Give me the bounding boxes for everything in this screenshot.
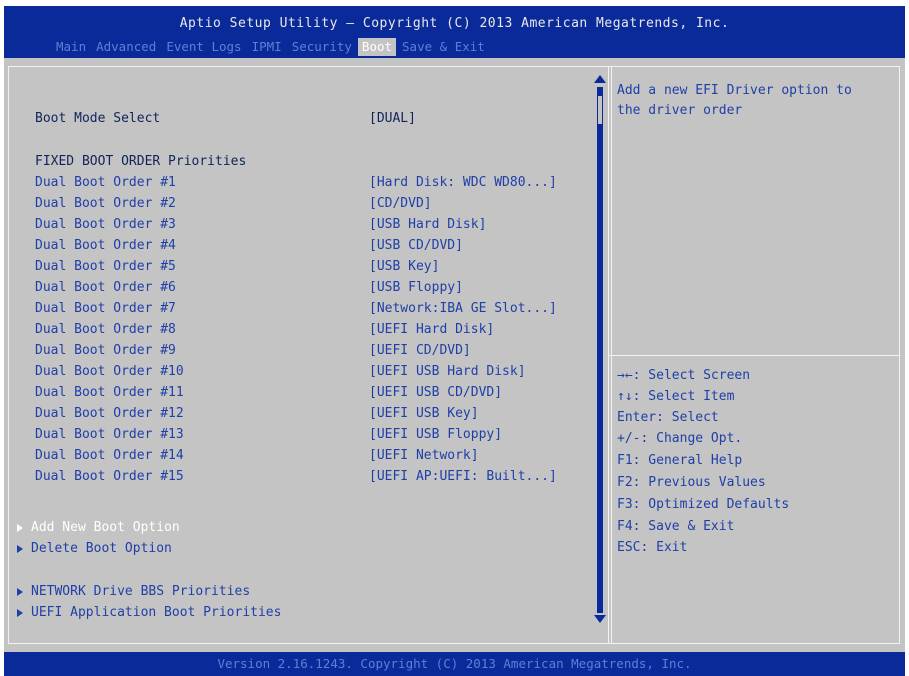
key-help-line: F3: Optimized Defaults [617,497,790,512]
boot-order-value[interactable]: [USB CD/DVD] [369,238,463,254]
triangle-right-icon [17,545,23,553]
boot-order-label: Dual Boot Order #14 [35,448,184,463]
triangle-right-icon [17,588,23,596]
boot-order-label: Dual Boot Order #8 [35,322,176,337]
boot-order-label: Dual Boot Order #3 [35,217,176,232]
submenu-label: NETWORK Drive BBS Priorities [31,584,251,599]
help-divider [609,355,899,356]
scrollbar[interactable] [597,87,603,613]
tab-boot[interactable]: Boot [357,38,397,56]
boot-order-value[interactable]: [UEFI USB Floppy] [369,427,502,443]
key-help-line: +/-: Change Opt. [617,431,743,446]
triangle-right-icon [17,609,23,617]
fixed-order-heading: FIXED BOOT ORDER Priorities [35,154,247,169]
key-help-line: ↑↓: Select Item [617,389,735,404]
network-drive-bbs-priorities[interactable]: NETWORK Drive BBS Priorities [17,584,250,600]
scrollbar-thumb[interactable] [597,95,603,125]
submenu-label: UEFI Application Boot Priorities [31,605,282,620]
boot-order-label: Dual Boot Order #12 [35,406,184,421]
boot-order-value[interactable]: [Network:IBA GE Slot...] [369,301,557,317]
tab-advanced[interactable]: Advanced [92,38,160,56]
submenu-label: Delete Boot Option [31,541,172,556]
tab-event-logs[interactable]: Event Logs [162,38,245,56]
boot-order-label: Dual Boot Order #10 [35,364,184,379]
key-help-line: F4: Save & Exit [617,519,735,534]
boot-order-value[interactable]: [UEFI AP:UEFI: Built...] [369,469,557,485]
boot-order-label: Dual Boot Order #11 [35,385,184,400]
boot-order-label: Dual Boot Order #4 [35,238,176,253]
tab-ipmi[interactable]: IPMI [248,38,286,56]
boot-order-label: Dual Boot Order #5 [35,259,176,274]
boot-order-value[interactable]: [Hard Disk: WDC WD80...] [369,175,557,191]
footer-bar: Version 2.16.1243. Copyright (C) 2013 Am… [4,652,905,676]
bios-screen: Aptio Setup Utility – Copyright (C) 2013… [0,0,909,676]
settings-panel: Boot Mode Select [DUAL] FIXED BOOT ORDER… [8,66,612,644]
submenu-label: Add New Boot Option [31,520,180,535]
app-title: Aptio Setup Utility – Copyright (C) 2013… [179,16,730,31]
boot-order-value[interactable]: [UEFI USB Key] [369,406,479,422]
boot-order-label: Dual Boot Order #15 [35,469,184,484]
help-text-line: the driver order [617,103,743,118]
boot-order-label: Dual Boot Order #6 [35,280,176,295]
boot-order-label: Dual Boot Order #1 [35,175,176,190]
key-help-line: →←: Select Screen [617,368,751,383]
boot-order-value[interactable]: [USB Floppy] [369,280,463,296]
boot-order-value[interactable]: [USB Key] [369,259,439,275]
boot-order-label: Dual Boot Order #2 [35,196,176,211]
boot-order-value[interactable]: [UEFI Network] [369,448,479,464]
key-help-line: Enter: Select [617,410,719,425]
boot-order-value[interactable]: [UEFI CD/DVD] [369,343,471,359]
boot-order-value[interactable]: [CD/DVD] [369,196,432,212]
triangle-right-icon [17,524,23,532]
boot-order-value[interactable]: [USB Hard Disk] [369,217,486,233]
boot-order-label: Dual Boot Order #9 [35,343,176,358]
boot-order-label: Dual Boot Order #7 [35,301,176,316]
boot-mode-value[interactable]: [DUAL] [369,111,416,127]
uefi-application-boot-priorities[interactable]: UEFI Application Boot Priorities [17,605,281,621]
scroll-up-arrow-icon[interactable] [594,75,606,83]
tab-security[interactable]: Security [288,38,356,56]
delete-boot-option[interactable]: Delete Boot Option [17,541,172,557]
header-bar: Aptio Setup Utility – Copyright (C) 2013… [4,6,905,58]
boot-mode-label: Boot Mode Select [35,111,161,126]
main-area: Boot Mode Select [DUAL] FIXED BOOT ORDER… [4,58,905,652]
menu-bar: Main Advanced Event Logs IPMI Security B… [52,38,491,56]
boot-order-value[interactable]: [UEFI USB CD/DVD] [369,385,502,401]
tab-main[interactable]: Main [52,38,90,56]
help-text-line: Add a new EFI Driver option to [617,83,852,98]
add-new-boot-option[interactable]: Add New Boot Option [17,520,180,536]
key-help-line: ESC: Exit [617,540,688,555]
key-help-line: F2: Previous Values [617,475,766,490]
scroll-down-arrow-icon[interactable] [594,615,606,623]
help-panel: Add a new EFI Driver option to the drive… [608,66,900,644]
key-help-line: F1: General Help [617,453,743,468]
boot-order-label: Dual Boot Order #13 [35,427,184,442]
boot-order-value[interactable]: [UEFI USB Hard Disk] [369,364,526,380]
boot-order-value[interactable]: [UEFI Hard Disk] [369,322,494,338]
tab-save-exit[interactable]: Save & Exit [398,38,489,56]
